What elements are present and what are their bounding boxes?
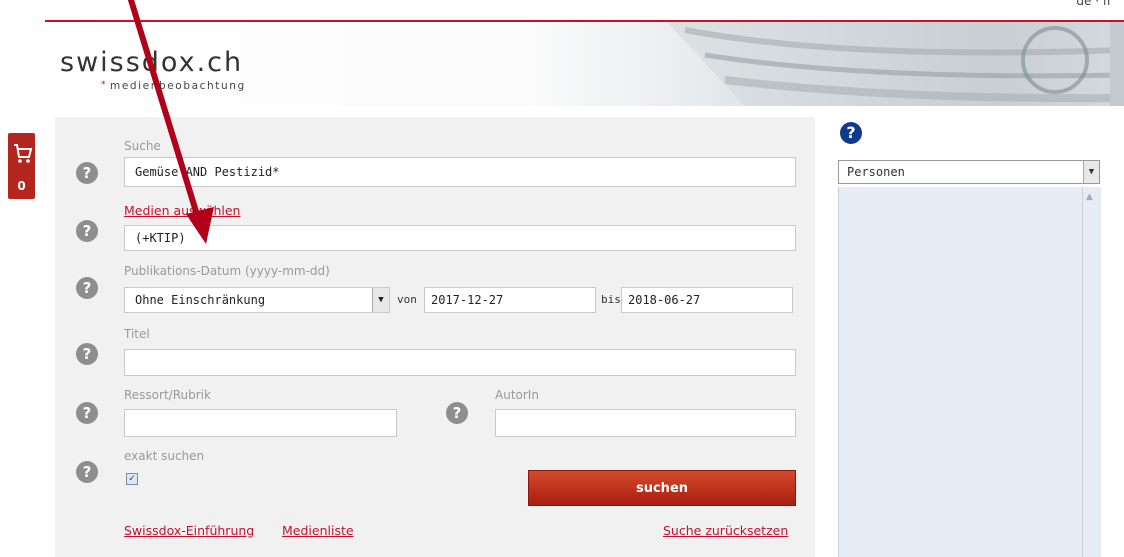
help-exact-icon[interactable]: ? — [76, 461, 98, 483]
language-switcher[interactable]: de · fr — [1076, 0, 1112, 8]
exact-search-label: exakt suchen — [124, 449, 205, 463]
autor-label: AutorIn — [495, 388, 539, 402]
date-from-input[interactable]: 2017-12-27 — [424, 287, 596, 313]
personen-select-value: Personen — [847, 165, 905, 179]
title-input[interactable] — [124, 349, 796, 376]
help-search-icon[interactable]: ? — [76, 162, 98, 184]
logo-text[interactable]: swissdox.ch — [60, 47, 243, 78]
media-input[interactable]: (+KTIP) — [124, 225, 796, 251]
search-label: Suche — [124, 139, 161, 153]
reset-search-link[interactable]: Suche zurücksetzen — [663, 523, 788, 538]
exact-search-checkbox[interactable]: ✓ — [126, 473, 138, 485]
logo-subtitle: medienbeobachtung — [110, 80, 246, 92]
personen-select[interactable]: Personen ▼ — [838, 160, 1100, 184]
media-select-link[interactable]: Medien auswählen — [124, 203, 240, 218]
medienliste-link[interactable]: Medienliste — [282, 523, 354, 538]
search-button[interactable]: suchen — [528, 470, 796, 506]
date-range-select[interactable]: Ohne Einschränkung ▼ — [124, 287, 390, 313]
search-input[interactable]: Gemüse AND Pestizid* — [124, 157, 796, 187]
scrollbar[interactable] — [1082, 187, 1101, 557]
help-title-icon[interactable]: ? — [76, 343, 98, 365]
ressort-input[interactable] — [124, 409, 397, 437]
chevron-down-icon[interactable]: ▼ — [372, 288, 389, 312]
cart-count: 0 — [17, 179, 26, 193]
date-range-value: Ohne Einschränkung — [135, 293, 266, 307]
date-label: Publikations-Datum (yyyy-mm-dd) — [124, 264, 330, 278]
date-to-input[interactable]: 2018-06-27 — [621, 287, 793, 313]
title-label: Titel — [124, 327, 150, 341]
logo-star-icon: * — [101, 80, 106, 90]
help-autor-icon[interactable]: ? — [446, 402, 468, 424]
cart-icon — [14, 144, 33, 163]
autor-input[interactable] — [495, 409, 796, 437]
von-label: von — [397, 293, 417, 306]
bis-label: bis — [601, 293, 621, 306]
help-icon[interactable]: ? — [840, 122, 862, 144]
swissdox-intro-link[interactable]: Swissdox-Einführung — [124, 523, 254, 538]
help-ressort-icon[interactable]: ? — [76, 402, 98, 424]
chevron-down-icon[interactable]: ▼ — [1083, 161, 1099, 183]
header-accent-line — [45, 20, 1124, 22]
help-date-icon[interactable]: ? — [76, 277, 98, 299]
ressort-label: Ressort/Rubrik — [124, 388, 211, 402]
personen-list[interactable] — [838, 187, 1101, 557]
help-media-icon[interactable]: ? — [76, 220, 98, 242]
scroll-up-icon[interactable]: ▲ — [1086, 192, 1093, 202]
